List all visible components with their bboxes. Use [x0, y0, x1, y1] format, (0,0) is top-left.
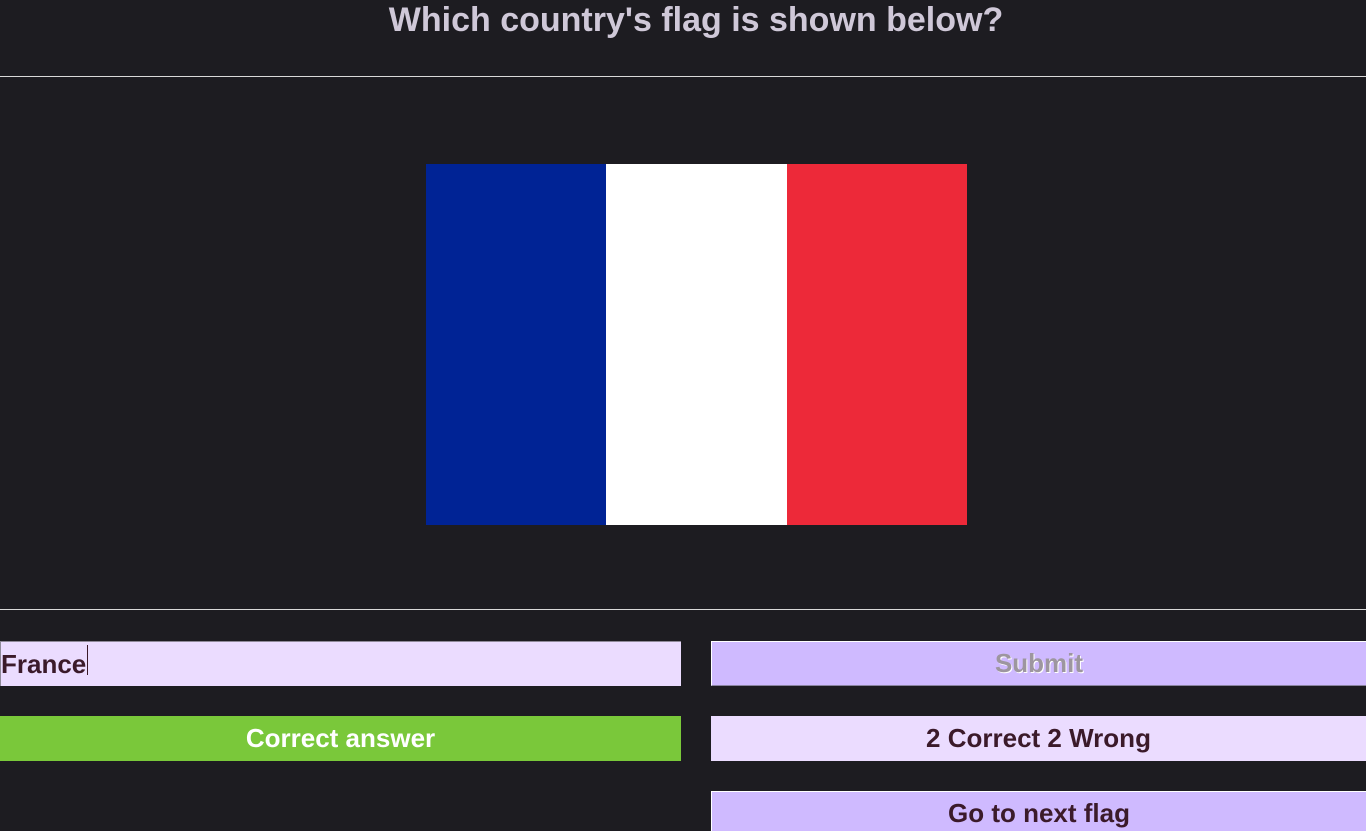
submit-button[interactable]: Submit — [711, 641, 1366, 686]
flag-stripe-left — [426, 164, 607, 525]
flag-quiz-app: Which country's flag is shown below? Sub… — [0, 0, 1366, 831]
answer-input[interactable] — [0, 641, 681, 686]
flag-stripe-middle — [606, 164, 787, 525]
result-banner: Correct answer — [0, 716, 681, 761]
score-display: 2 Correct 2 Wrong — [711, 716, 1366, 761]
next-flag-button[interactable]: Go to next flag — [711, 791, 1366, 831]
text-cursor — [87, 645, 88, 675]
question-heading: Which country's flag is shown below? — [388, 1, 1004, 39]
flag-stripe-right — [786, 164, 967, 525]
country-flag-image — [426, 164, 967, 525]
top-divider — [0, 76, 1366, 77]
bottom-divider — [0, 609, 1366, 610]
